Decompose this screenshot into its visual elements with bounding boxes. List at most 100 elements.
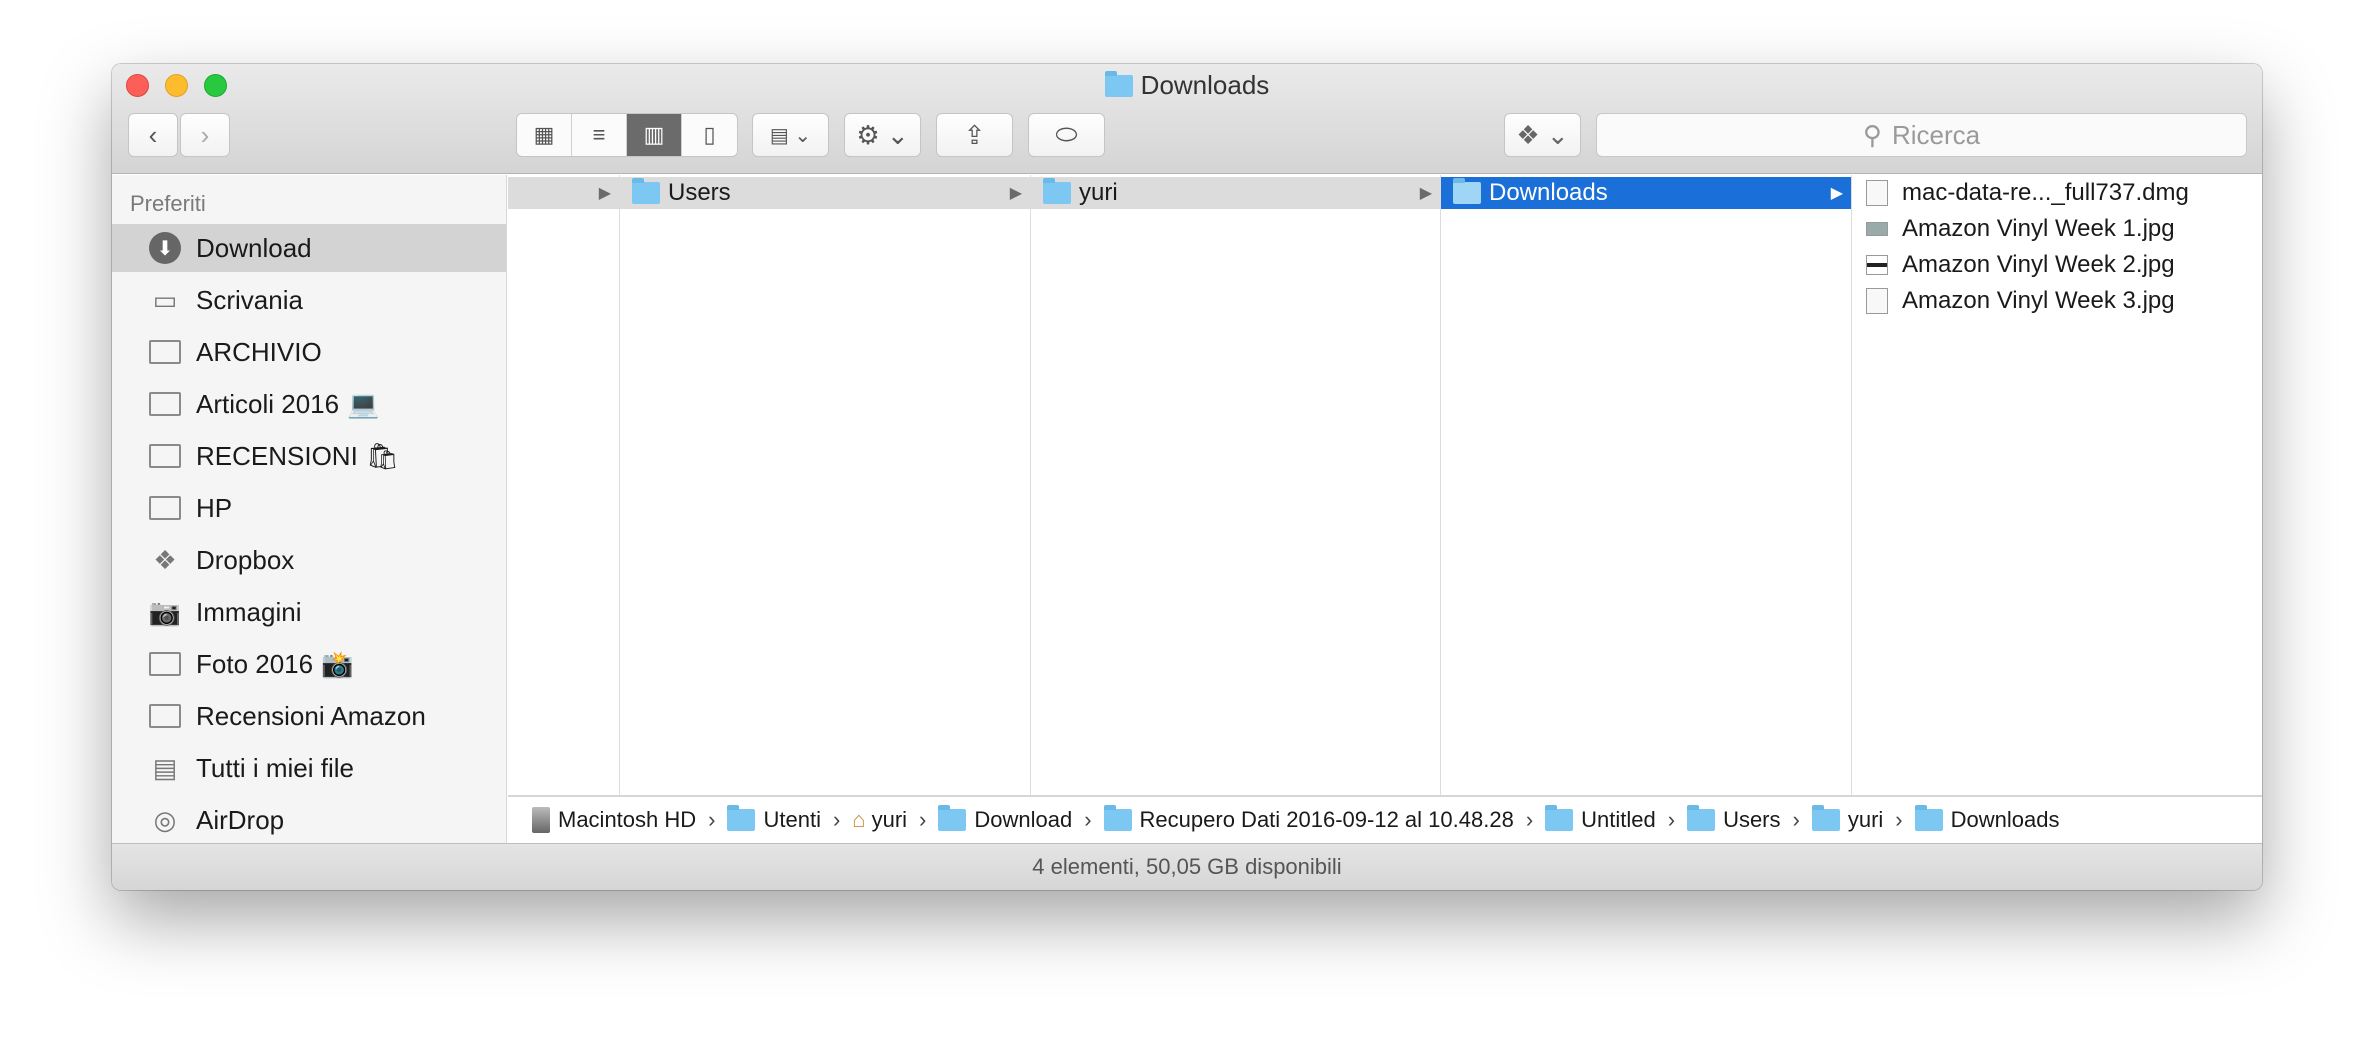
tag-button[interactable]: ⬭	[1028, 113, 1105, 157]
back-button[interactable]: ‹	[128, 113, 178, 157]
path-item[interactable]: Recupero Dati 2016-09-12 al 10.48.28	[1140, 807, 1514, 833]
path-separator: ›	[1667, 807, 1676, 832]
disclosure-arrow-icon: ▶	[598, 185, 611, 202]
dropbox-button[interactable]: ❖ ⌄	[1504, 113, 1581, 157]
sidebar: Preferiti ⬇ Download ▭ Scrivania ARCHIVIO …	[112, 175, 507, 843]
sidebar-item-recensioni[interactable]: RECENSIONI 🛍	[112, 432, 506, 480]
sidebar-item-scrivania[interactable]: ▭ Scrivania	[112, 276, 506, 324]
image-file-icon	[1866, 222, 1888, 236]
image-file-icon	[1866, 288, 1888, 314]
file-item[interactable]: Amazon Vinyl Week 1.jpg	[1866, 211, 2175, 247]
sidebar-item-label: Recensioni Amazon	[196, 700, 426, 731]
path-item[interactable]: Utenti	[763, 807, 820, 833]
column-row-users[interactable]: Users ▶	[620, 177, 1030, 209]
file-name: Amazon Vinyl Week 3.jpg	[1902, 287, 2175, 314]
column-row-downloads[interactable]: Downloads ▶	[1441, 177, 1851, 209]
titlebar: Downloads ‹ › ▦ ≡ ▥ ▯ ▤ ⌄ ⚙ ⌄ ⇪ ⬭ ❖ ⌄ ⚲ R…	[112, 64, 2262, 174]
file-name: mac-data-re..._full737.dmg	[1902, 179, 2189, 206]
sidebar-item-recensioni-amazon[interactable]: Recensioni Amazon	[112, 692, 506, 740]
folder-icon	[148, 649, 182, 679]
sidebar-item-label: Scrivania	[196, 284, 303, 315]
sidebar-item-label: AirDrop	[196, 804, 285, 835]
folder-icon	[1811, 805, 1840, 831]
arrange-button[interactable]: ▤ ⌄	[752, 113, 829, 157]
folder-icon	[1545, 805, 1574, 831]
download-icon: ⬇	[148, 232, 182, 264]
sidebar-item-archivio[interactable]: ARCHIVIO	[112, 328, 506, 376]
sidebar-item-foto-2016[interactable]: Foto 2016 📸	[112, 640, 506, 688]
folder-icon	[148, 337, 182, 367]
sidebar-item-tutti-i-miei-file[interactable]: ▤ Tutti i miei file	[112, 744, 506, 792]
path-item[interactable]: yuri	[872, 807, 907, 833]
row-label: yuri	[1079, 179, 1118, 206]
icon-view-button[interactable]: ▦	[517, 114, 572, 156]
search-placeholder: Ricerca	[1891, 119, 1981, 150]
column-4: mac-data-re..._full737.dmg Amazon Vinyl …	[1852, 175, 2262, 795]
folder-icon	[632, 178, 660, 204]
list-view-button[interactable]: ≡	[572, 114, 627, 156]
column-2: yuri ▶	[1031, 175, 1441, 795]
dmg-file-icon	[1866, 180, 1888, 206]
sidebar-item-label: Articoli 2016	[196, 388, 340, 419]
download-folder-icon	[938, 805, 967, 831]
file-item[interactable]: mac-data-re..._full737.dmg	[1866, 175, 2189, 211]
path-item[interactable]: Users	[1723, 807, 1780, 833]
file-name: Amazon Vinyl Week 1.jpg	[1902, 215, 2175, 242]
column-row-selected[interactable]: ▶	[508, 177, 619, 209]
sidebar-item-articoli-2016[interactable]: Articoli 2016 💻	[112, 380, 506, 428]
all-files-icon: ▤	[152, 752, 178, 783]
file-name: Amazon Vinyl Week 2.jpg	[1902, 251, 2175, 278]
image-file-icon	[1866, 255, 1888, 275]
column-root: ▶	[508, 175, 620, 795]
share-button[interactable]: ⇪	[936, 113, 1013, 157]
folder-icon	[148, 441, 182, 471]
column-row-yuri[interactable]: yuri ▶	[1031, 177, 1440, 209]
sidebar-item-label: Download	[196, 232, 312, 263]
sidebar-item-label: RECENSIONI	[196, 440, 358, 471]
view-mode-control: ▦ ≡ ▥ ▯	[516, 113, 738, 157]
disclosure-arrow-icon: ▶	[1419, 185, 1432, 202]
folder-icon	[1103, 805, 1132, 831]
folder-icon	[1453, 178, 1481, 204]
forward-button[interactable]: ›	[180, 113, 230, 157]
file-item[interactable]: Amazon Vinyl Week 3.jpg	[1866, 283, 2175, 319]
search-field[interactable]: ⚲ Ricerca	[1596, 113, 2247, 157]
title-text: Downloads	[1140, 70, 1270, 100]
path-separator: ›	[1084, 807, 1092, 832]
shopping-bags-emoji-icon: 🛍	[365, 440, 399, 471]
path-item[interactable]: Untitled	[1581, 807, 1656, 833]
action-gear-button[interactable]: ⚙ ⌄	[844, 113, 921, 157]
sidebar-item-label: Tutti i miei file	[196, 752, 354, 783]
sidebar-item-airdrop[interactable]: ◎ AirDrop	[112, 796, 506, 843]
search-icon: ⚲	[1862, 119, 1882, 150]
folder-icon	[1104, 71, 1133, 97]
cover-flow-button[interactable]: ▯	[682, 114, 737, 156]
path-item[interactable]: Macintosh HD	[558, 807, 696, 833]
sidebar-item-dropbox[interactable]: ❖ Dropbox	[112, 536, 506, 584]
camera-icon: 📷	[148, 596, 182, 627]
sidebar-item-hp[interactable]: HP	[112, 484, 506, 532]
column-view-button[interactable]: ▥	[627, 114, 682, 156]
path-item[interactable]: Download	[974, 807, 1072, 833]
path-item[interactable]: Downloads	[1951, 807, 2060, 833]
home-icon: ⌂	[852, 807, 866, 832]
dropbox-icon: ❖	[153, 544, 177, 575]
path-separator: ›	[919, 807, 927, 832]
folder-icon	[1043, 178, 1071, 204]
desktop-icon: ▭	[152, 284, 178, 315]
folder-icon	[148, 493, 182, 523]
folder-icon	[148, 389, 182, 419]
users-folder-icon	[727, 805, 756, 831]
row-label: Users	[668, 179, 731, 206]
sidebar-item-label: Immagini	[196, 596, 302, 627]
file-item[interactable]: Amazon Vinyl Week 2.jpg	[1866, 247, 2175, 283]
laptop-emoji-icon: 💻	[347, 388, 380, 419]
folder-icon	[148, 701, 182, 731]
path-item[interactable]: yuri	[1848, 807, 1883, 833]
sidebar-item-label: Dropbox	[196, 544, 295, 575]
sidebar-item-immagini[interactable]: 📷 Immagini	[112, 588, 506, 636]
sidebar-item-label: HP	[196, 492, 233, 523]
path-separator: ›	[1792, 807, 1800, 832]
row-label: Downloads	[1489, 179, 1608, 206]
sidebar-item-download[interactable]: ⬇ Download	[112, 224, 506, 272]
